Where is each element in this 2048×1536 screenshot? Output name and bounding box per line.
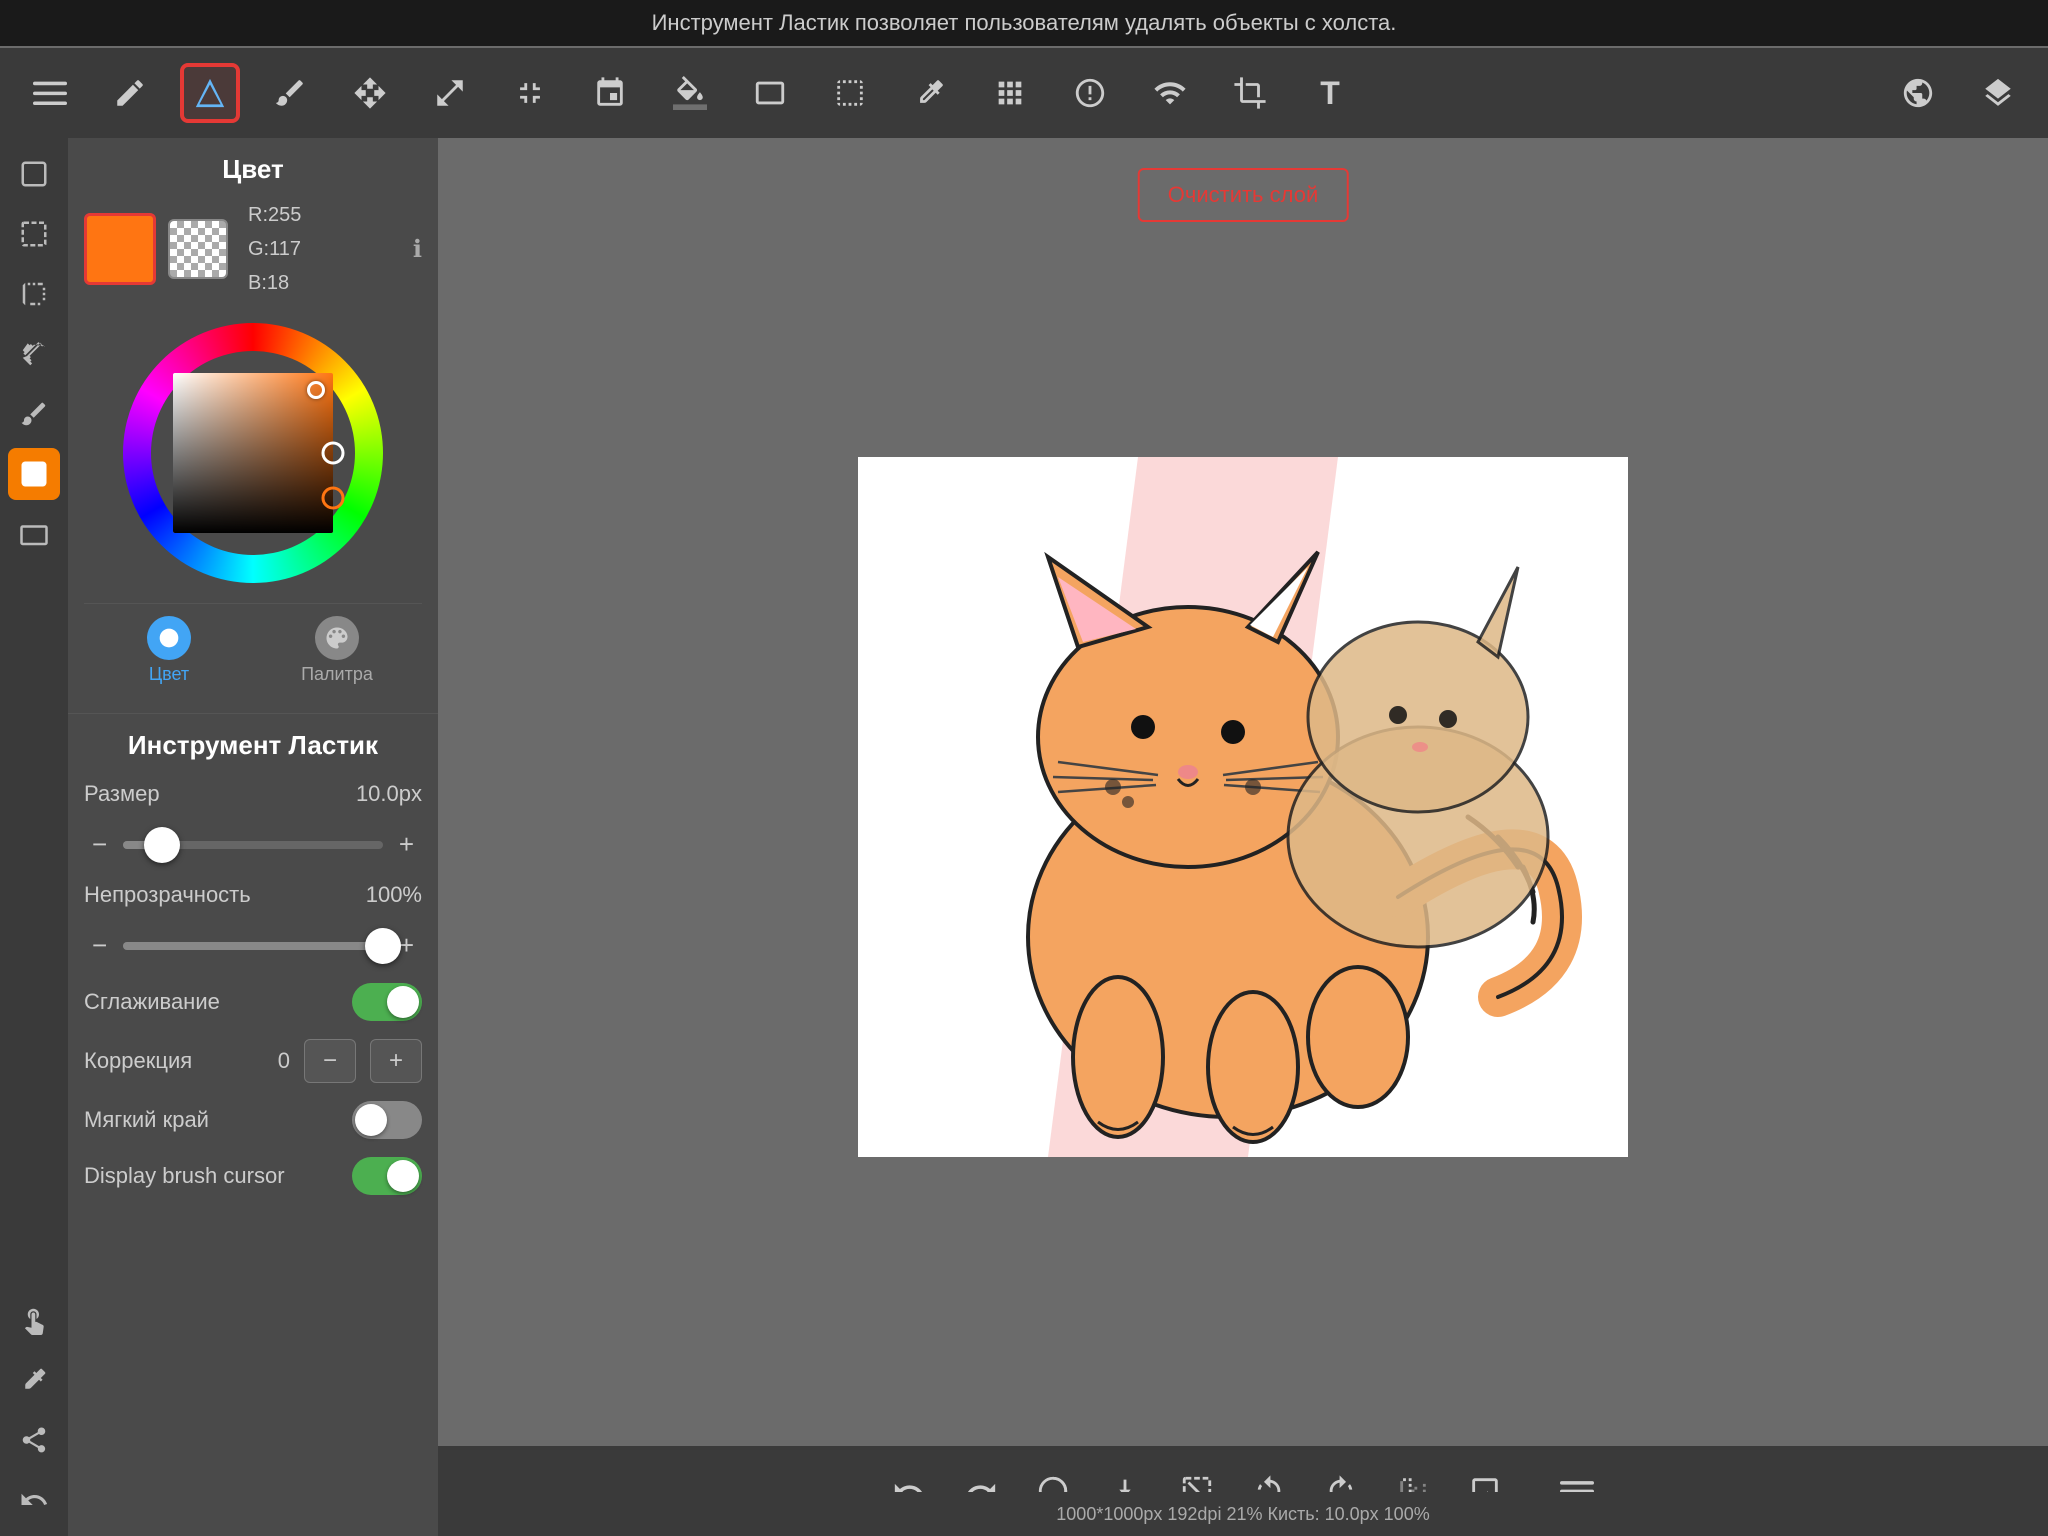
color-info-icon[interactable]: ℹ <box>413 235 422 264</box>
color-tab-circle-icon <box>147 616 191 660</box>
left-panel: Цвет R:255 G:117 B:18 ℹ <box>68 138 438 1536</box>
size-slider-container[interactable]: − + <box>84 825 422 864</box>
size-row: Размер 10.0px <box>84 781 422 807</box>
size-value: 10.0px <box>356 781 422 807</box>
correction-label: Коррекция <box>84 1048 264 1074</box>
rgb-b: B:18 <box>248 267 301 299</box>
menu-icon[interactable] <box>20 63 80 123</box>
smoothing-toggle[interactable] <box>352 983 422 1021</box>
tool-title: Инструмент Ластик <box>84 730 422 761</box>
opacity-row: Непрозрачность 100% <box>84 882 422 908</box>
share-sidebar-icon[interactable] <box>8 1414 60 1466</box>
primary-color-swatch[interactable] <box>84 213 156 285</box>
secondary-color-swatch[interactable] <box>168 219 228 279</box>
soft-edge-knob <box>355 1104 387 1136</box>
main-toolbar: T <box>0 48 2048 138</box>
text-icon[interactable]: T <box>1300 63 1360 123</box>
move-icon[interactable] <box>340 63 400 123</box>
opacity-slider-container[interactable]: − + <box>84 926 422 965</box>
palette-tab-circle-icon <box>315 616 359 660</box>
eraser-icon[interactable] <box>180 63 240 123</box>
layers-icon[interactable] <box>1968 63 2028 123</box>
flip-sidebar-icon[interactable] <box>8 268 60 320</box>
color-tab-label: Цвет <box>149 664 189 685</box>
opacity-slider-fill <box>123 942 383 950</box>
ruler-sidebar-icon[interactable] <box>8 328 60 380</box>
canvas-area: Очистить слой <box>438 138 2048 1446</box>
color-section-title: Цвет <box>84 154 422 185</box>
correction-plus-btn[interactable]: + <box>370 1039 422 1083</box>
notification-text: Инструмент Ластик позволяет пользователя… <box>652 10 1397 35</box>
undo-sidebar-icon[interactable] <box>8 1474 60 1526</box>
tab-palette[interactable]: Палитра <box>268 616 406 685</box>
rectangle-icon[interactable] <box>740 63 800 123</box>
soft-edge-toggle[interactable] <box>352 1101 422 1139</box>
drawing-canvas[interactable] <box>858 457 1628 1157</box>
selection-sidebar-icon[interactable] <box>8 208 60 260</box>
size-minus[interactable]: − <box>84 825 115 864</box>
tab-color[interactable]: Цвет <box>100 616 238 685</box>
display-cursor-knob <box>387 1160 419 1192</box>
layer-thumb-icon[interactable] <box>8 508 60 560</box>
rgb-r: R:255 <box>248 199 301 231</box>
correction-row: Коррекция 0 − + <box>84 1039 422 1083</box>
pencil-icon[interactable] <box>100 63 160 123</box>
eyedropper-sidebar-icon[interactable] <box>8 1354 60 1406</box>
smoothing-row: Сглаживание <box>84 983 422 1021</box>
size-slider-track[interactable] <box>123 841 383 849</box>
hand-sidebar-icon[interactable] <box>8 1294 60 1346</box>
group-layers-icon[interactable] <box>1140 63 1200 123</box>
display-cursor-row: Display brush cursor <box>84 1157 422 1195</box>
size-label: Размер <box>84 781 174 807</box>
expand-icon[interactable] <box>420 63 480 123</box>
soft-edge-row: Мягкий край <box>84 1101 422 1139</box>
palette-tab-label: Палитра <box>301 664 373 685</box>
opacity-value: 100% <box>366 882 422 908</box>
display-cursor-toggle[interactable] <box>352 1157 422 1195</box>
eyedropper-icon[interactable] <box>900 63 960 123</box>
color-section: Цвет R:255 G:117 B:18 ℹ <box>68 138 438 714</box>
globe-icon[interactable] <box>1888 63 1948 123</box>
fill-icon[interactable] <box>660 63 720 123</box>
selection-rect-icon[interactable] <box>820 63 880 123</box>
color-palette-tabs: Цвет Палитра <box>84 603 422 697</box>
opacity-slider-track[interactable] <box>123 942 383 950</box>
shrink-icon[interactable] <box>500 63 560 123</box>
brush-size-icon[interactable] <box>980 63 1040 123</box>
opacity-label: Непрозрачность <box>84 882 251 908</box>
correction-minus-btn[interactable]: − <box>304 1039 356 1083</box>
canvas-status-bar: 1000*1000px 192dpi 21% Кисть: 10.0px 100… <box>438 1492 2048 1536</box>
color-wheel-container[interactable] <box>84 313 422 593</box>
size-plus[interactable]: + <box>391 825 422 864</box>
crop-icon[interactable] <box>1220 63 1280 123</box>
correction-value: 0 <box>278 1048 290 1074</box>
brush-sidebar-icon[interactable] <box>8 388 60 440</box>
rgb-g: G:117 <box>248 233 301 265</box>
size-slider-thumb[interactable] <box>144 827 180 863</box>
transform-icon[interactable] <box>1060 63 1120 123</box>
color-wheel-svg[interactable] <box>123 323 383 583</box>
smoothing-label: Сглаживание <box>84 989 352 1015</box>
cat-illustration <box>858 457 1628 1157</box>
tool-settings-section: Инструмент Ластик Размер 10.0px − + Непр… <box>68 714 438 1229</box>
notification-bar: Инструмент Ластик позволяет пользователя… <box>0 0 2048 46</box>
canvas-status-text: 1000*1000px 192dpi 21% Кисть: 10.0px 100… <box>1056 1504 1429 1525</box>
display-cursor-label: Display brush cursor <box>84 1163 352 1189</box>
opacity-minus[interactable]: − <box>84 926 115 965</box>
clear-layer-button[interactable]: Очистить слой <box>1138 168 1349 222</box>
color-sidebar-icon[interactable] <box>8 448 60 500</box>
smoothing-knob <box>387 986 419 1018</box>
canvas-icon[interactable] <box>8 148 60 200</box>
smudge-icon[interactable] <box>260 63 320 123</box>
left-sidebar <box>0 138 68 1536</box>
opacity-slider-thumb[interactable] <box>365 928 401 964</box>
lasso-icon[interactable] <box>580 63 640 123</box>
color-swatches: R:255 G:117 B:18 ℹ <box>84 199 422 299</box>
soft-edge-label: Мягкий край <box>84 1107 352 1133</box>
